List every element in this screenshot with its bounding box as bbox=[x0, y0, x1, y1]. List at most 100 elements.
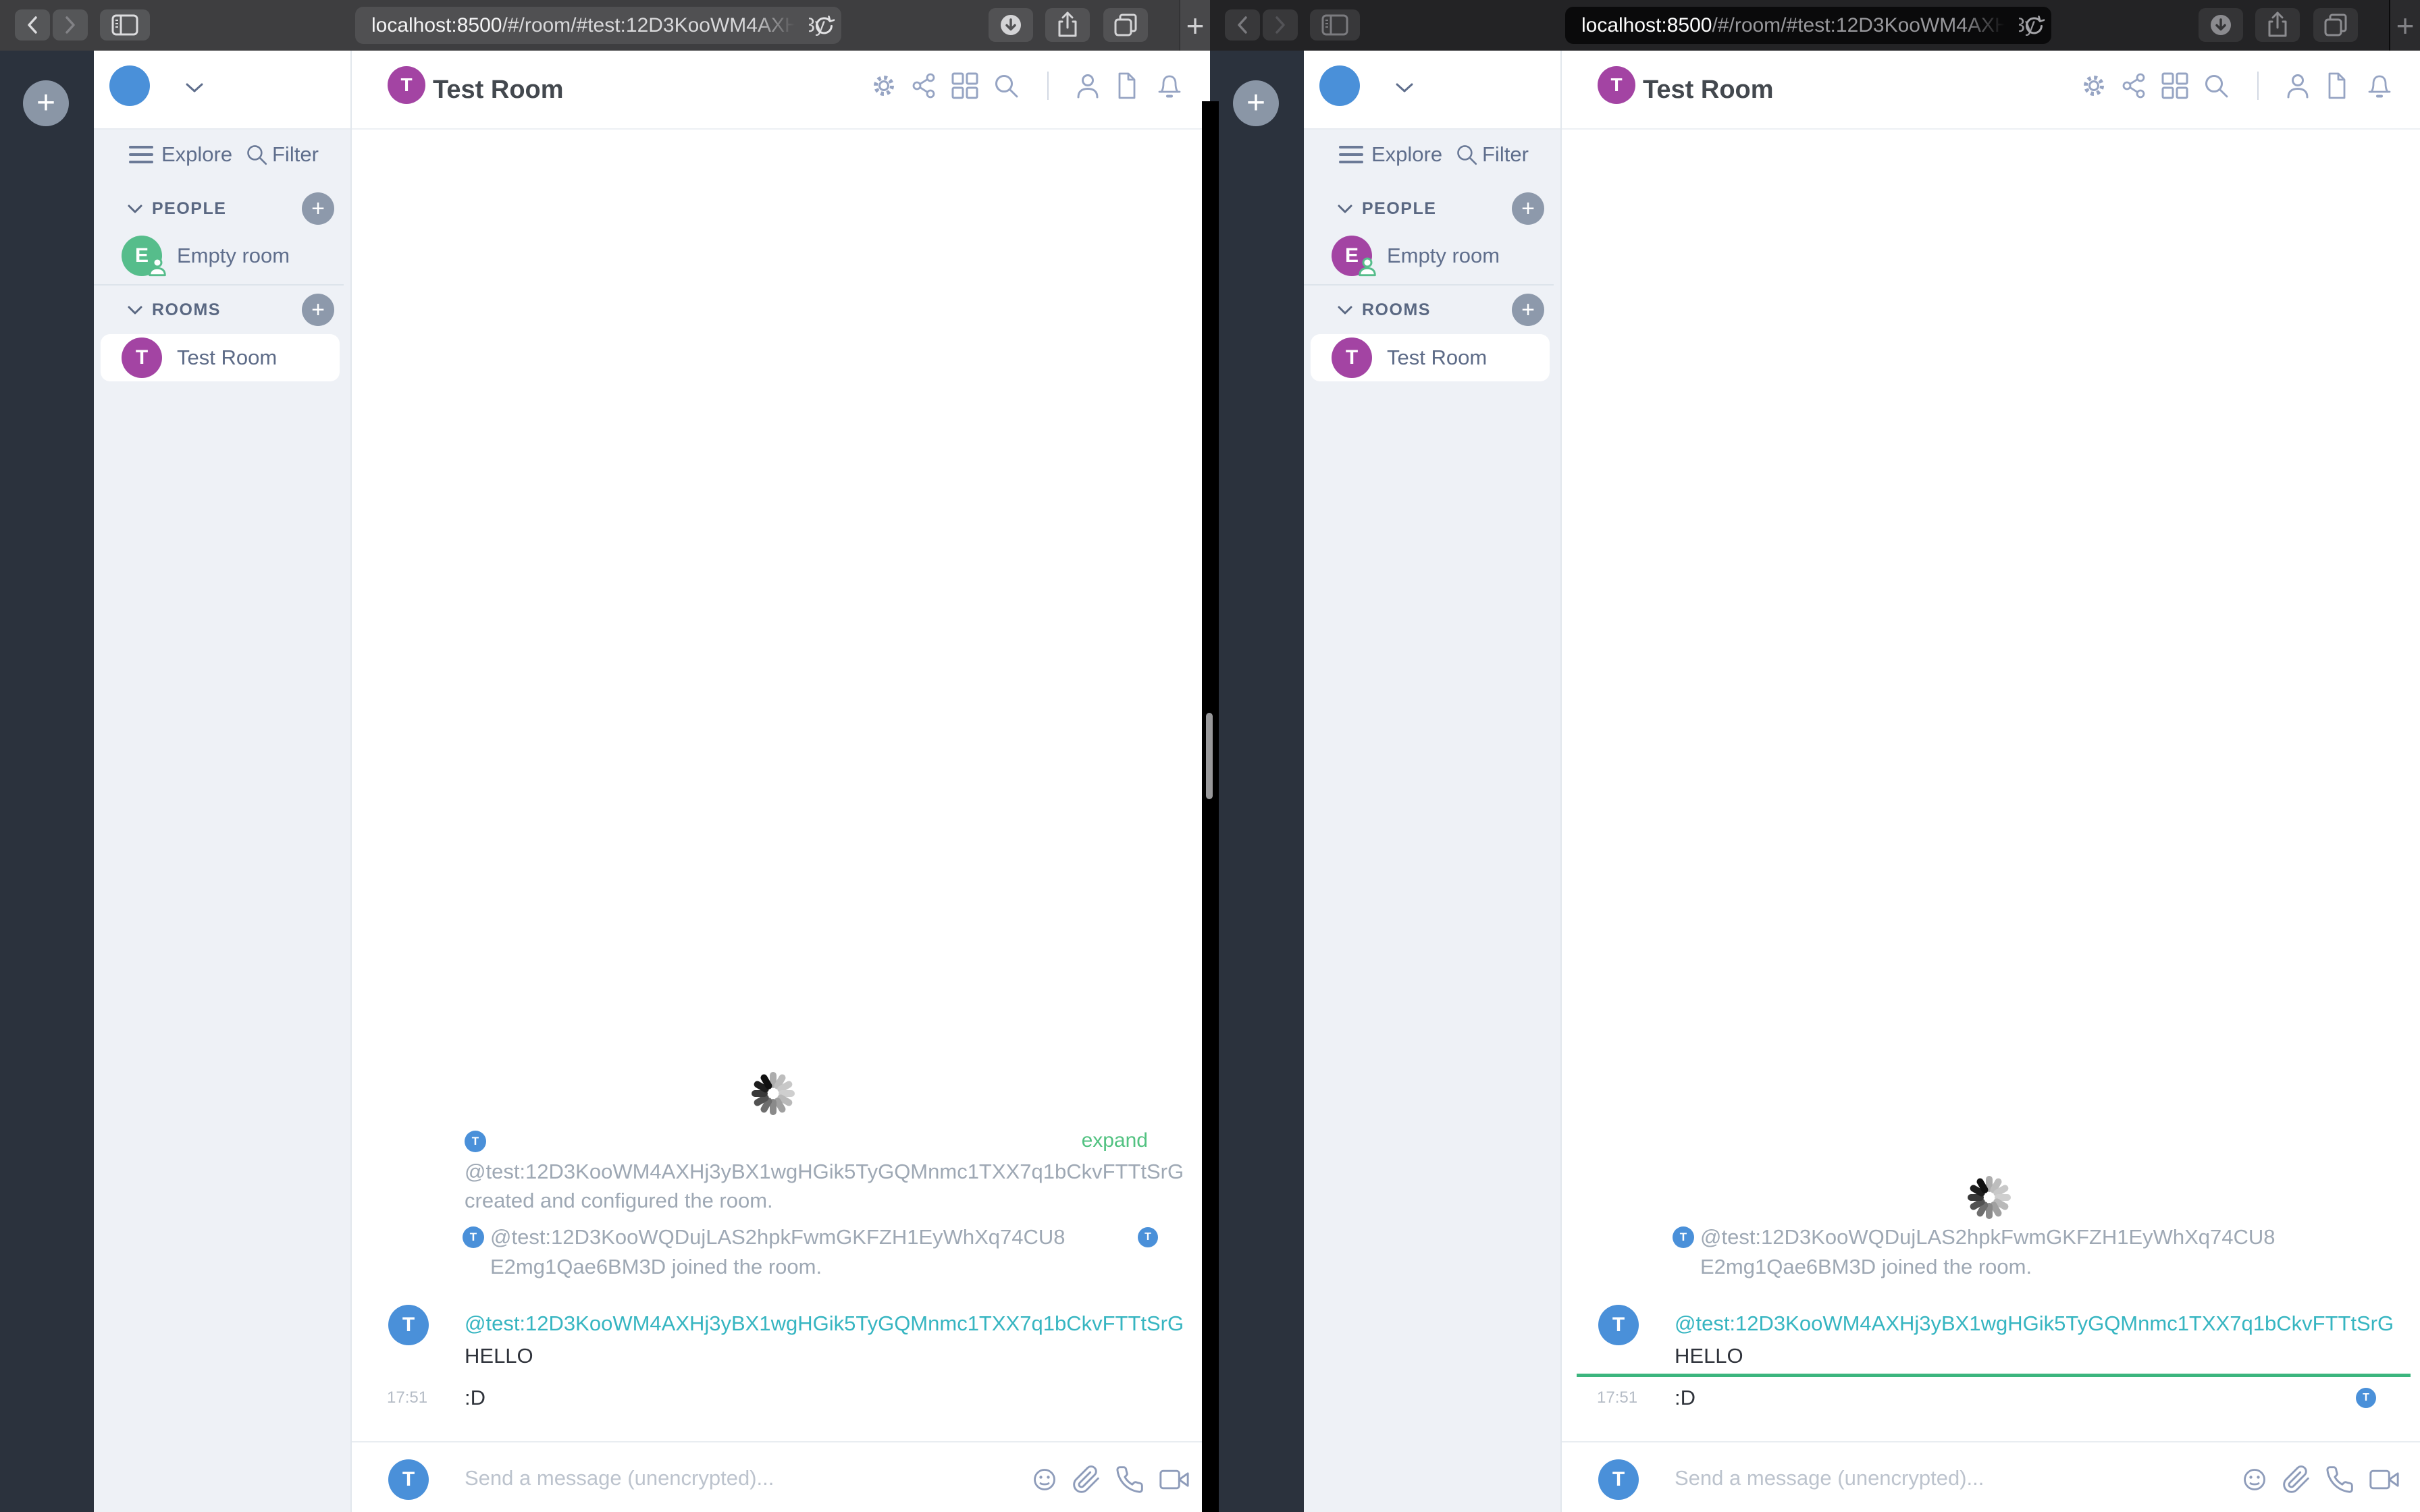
share-button[interactable] bbox=[2255, 8, 2300, 42]
back-button[interactable] bbox=[15, 9, 50, 40]
bell-icon bbox=[1158, 75, 1181, 98]
grid-icon bbox=[951, 72, 978, 99]
user-menu[interactable] bbox=[1304, 51, 1560, 130]
hamburger-icon[interactable] bbox=[129, 145, 153, 164]
composer-input[interactable]: Send a message (unencrypted)... bbox=[1675, 1442, 1984, 1512]
user-menu[interactable] bbox=[94, 51, 350, 130]
sender-avatar[interactable]: T bbox=[388, 1305, 429, 1345]
address-bar[interactable]: localhost:8500/#/room/#test:12D3KooWM4AX… bbox=[355, 7, 841, 44]
room-avatar[interactable]: T bbox=[1598, 66, 1635, 104]
reload-button[interactable] bbox=[2023, 15, 2045, 36]
widgets-button[interactable] bbox=[2160, 71, 2190, 101]
chat-app: + Explore Filter PEOPLE + E Empty room R… bbox=[0, 51, 1210, 1512]
room-view: T Test Room bbox=[1560, 51, 2420, 1512]
filter-input[interactable]: Filter bbox=[1482, 139, 1531, 170]
widgets-button[interactable] bbox=[950, 71, 980, 101]
tabs-icon bbox=[1114, 14, 1137, 36]
filter-input[interactable]: Filter bbox=[272, 139, 321, 170]
explore-button[interactable]: Explore bbox=[1371, 139, 1447, 170]
plus-icon: + bbox=[311, 297, 325, 323]
tab-overview-button[interactable] bbox=[2313, 8, 2358, 42]
explore-button[interactable]: Explore bbox=[161, 139, 237, 170]
room-list-item-test-room-label[interactable]: Test Room bbox=[1387, 334, 1487, 381]
scrollbar-thumb[interactable] bbox=[1206, 713, 1213, 799]
emoji-button[interactable] bbox=[2240, 1465, 2269, 1494]
user-avatar[interactable] bbox=[109, 65, 150, 106]
browser-window-right: localhost:8500/#/room/#test:12D3KooWM4AX… bbox=[1210, 0, 2420, 1512]
notifications-button[interactable] bbox=[2365, 71, 2394, 101]
new-tab-button[interactable]: + bbox=[2389, 0, 2420, 51]
add-room-button[interactable]: + bbox=[302, 294, 334, 326]
downloads-button[interactable] bbox=[989, 8, 1033, 42]
section-rooms-label: ROOMS bbox=[1362, 300, 1431, 319]
files-button[interactable] bbox=[1111, 71, 1141, 101]
sidebar-toggle-button[interactable] bbox=[1310, 9, 1360, 40]
downloads-button[interactable] bbox=[2199, 8, 2243, 42]
video-call-button[interactable] bbox=[2369, 1465, 2399, 1494]
search-icon bbox=[2205, 75, 2228, 98]
sender-avatar[interactable]: T bbox=[1598, 1305, 1639, 1345]
collapse-chevron-icon[interactable] bbox=[128, 205, 142, 214]
timestamp: 17:51 bbox=[1597, 1388, 1638, 1407]
attach-button[interactable] bbox=[1072, 1465, 1101, 1494]
user-avatar[interactable] bbox=[1319, 65, 1360, 106]
create-community-button[interactable]: + bbox=[23, 80, 69, 126]
voice-call-button[interactable] bbox=[1115, 1465, 1145, 1494]
collapse-chevron-icon[interactable] bbox=[1338, 205, 1352, 214]
collapse-chevron-icon[interactable] bbox=[1338, 306, 1352, 315]
expand-link[interactable]: expand bbox=[1082, 1126, 1148, 1156]
search-icon[interactable] bbox=[244, 142, 269, 167]
members-button[interactable] bbox=[2283, 71, 2313, 101]
emoji-button[interactable] bbox=[1030, 1465, 1059, 1494]
files-button[interactable] bbox=[2321, 71, 2351, 101]
reload-button[interactable] bbox=[813, 15, 835, 36]
attach-button[interactable] bbox=[2282, 1465, 2311, 1494]
event-message: E2mg1Qae6BM3D joined the room. bbox=[490, 1255, 822, 1278]
search-icon[interactable] bbox=[1454, 142, 1479, 167]
notifications-button[interactable] bbox=[1155, 71, 1184, 101]
new-tab-button[interactable]: + bbox=[1179, 0, 1210, 51]
share-room-button[interactable] bbox=[910, 71, 939, 101]
sidebar-toggle-button[interactable] bbox=[100, 9, 150, 40]
add-room-button[interactable]: + bbox=[1512, 294, 1544, 326]
hamburger-icon[interactable] bbox=[1339, 145, 1363, 164]
address-bar[interactable]: localhost:8500/#/room/#test:12D3KooWM4AX… bbox=[1565, 7, 2051, 44]
video-call-button[interactable] bbox=[1159, 1465, 1189, 1494]
room-list-item-empty-room[interactable]: Empty room bbox=[1387, 236, 1500, 276]
members-button[interactable] bbox=[1073, 71, 1103, 101]
gear-icon bbox=[874, 76, 894, 96]
share-room-button[interactable] bbox=[2120, 71, 2149, 101]
paperclip-icon bbox=[1073, 1465, 1099, 1493]
message-composer: T Send a message (unencrypted)... bbox=[352, 1441, 1210, 1512]
section-rooms-label: ROOMS bbox=[152, 300, 221, 319]
room-list-toolbar: Explore Filter bbox=[1304, 139, 1560, 170]
share-icon bbox=[2268, 11, 2287, 37]
add-people-button[interactable]: + bbox=[1512, 192, 1544, 225]
room-avatar[interactable]: T bbox=[388, 66, 425, 104]
forward-button[interactable] bbox=[53, 9, 88, 40]
loading-spinner bbox=[1959, 1167, 2020, 1228]
collapse-chevron-icon[interactable] bbox=[128, 306, 142, 315]
tab-overview-button[interactable] bbox=[1103, 8, 1148, 42]
settings-button[interactable] bbox=[2079, 71, 2109, 101]
chevron-left-icon bbox=[28, 16, 37, 34]
composer-avatar: T bbox=[1598, 1459, 1639, 1500]
room-list-item-empty-room[interactable]: Empty room bbox=[177, 236, 290, 276]
sidebar-panel-icon bbox=[1321, 14, 1348, 36]
composer-input[interactable]: Send a message (unencrypted)... bbox=[465, 1442, 774, 1512]
room-search-button[interactable] bbox=[2201, 71, 2231, 101]
room-search-button[interactable] bbox=[991, 71, 1021, 101]
create-community-button[interactable]: + bbox=[1233, 80, 1279, 126]
settings-button[interactable] bbox=[869, 71, 899, 101]
add-people-button[interactable]: + bbox=[302, 192, 334, 225]
message-text: :D bbox=[465, 1386, 485, 1409]
download-icon bbox=[2211, 15, 2231, 35]
plus-icon: + bbox=[1521, 297, 1535, 323]
room-avatar-test-room: T bbox=[122, 338, 162, 378]
forward-button[interactable] bbox=[1263, 9, 1298, 40]
back-button[interactable] bbox=[1225, 9, 1260, 40]
room-list-item-test-room-label[interactable]: Test Room bbox=[177, 334, 277, 381]
share-button[interactable] bbox=[1045, 8, 1090, 42]
voice-call-button[interactable] bbox=[2325, 1465, 2355, 1494]
message-sender: @test:12D3KooWM4AXHj3yBX1wgHGik5TyGQMnmc… bbox=[1675, 1312, 2394, 1335]
